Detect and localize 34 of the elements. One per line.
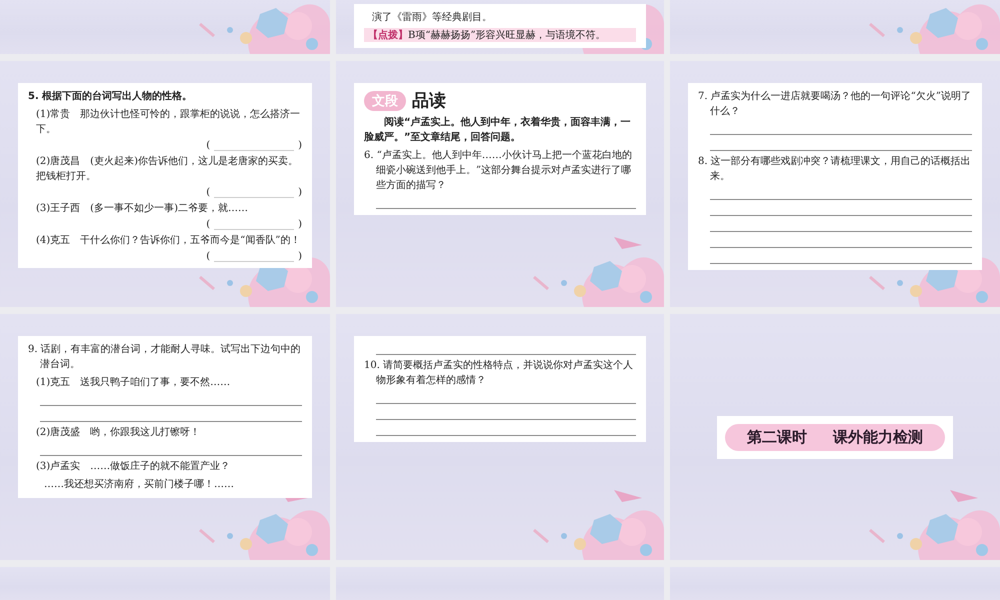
slide-thumbnail[interactable]: 5. 根据下面的台词写出人物的性格。 (1)常贵 那边伙计也怪可怜的，跟掌柜的说说，怎么搭济一下。 ( ) (2)唐茂昌 (吏火起来)你告诉他们，这儿是老唐家的买卖。把钱柜打开。 ( ) (3)王子西 (多一事不如少一事)二爷要，就…… ( ) (4)克五 干什么你们？告诉你们，五爷而今是“闻香队”的！ ( ) (0, 61, 330, 307)
banner-text: 课外能力检测 (833, 428, 923, 446)
slide-thumbnail[interactable]: 第二课时 课外能力检测 (670, 314, 1000, 560)
question-text: 阅读“卢孟实上。他人到中年，衣着华贵，面容丰满，一脸威严。”至文章结尾，回答问题。 (364, 115, 632, 145)
question-text: ……我还想买济南府，买前门楼子哪！…… (43, 478, 235, 492)
slide-thumbnail[interactable] (670, 0, 1000, 54)
slide-thumbnail[interactable]: 文段 品读 阅读“卢孟实上。他人到中年，衣着华贵，面容丰满，一脸威严。”至文章结尾，回答问题。 6. “卢孟实上。他人到中年……小伙计马上把一个蓝花白地的细瓷小碗送到他手上。”这部分舞台提示对卢孟实进行了哪些方面的描写？ (336, 61, 664, 307)
question-text: 9. 话剧，有丰富的潜台词，才能耐人寻味。试写出下边句中的潜台词。 (28, 342, 302, 372)
question-text: 7. 卢孟实为什么一进店就要喝汤？他的一句评论“欠火”说明了什么？ (698, 90, 972, 119)
slide-thumbnail[interactable]: 7. 卢孟实为什么一进店就要喝汤？他的一句评论“欠火”说明了什么？ 8. 这一部分有哪些戏剧冲突？请梳理课文，用自己的话概括出来。 (670, 61, 1000, 307)
question-text: (2)唐茂盛 哟，你跟我这儿打镲呀！ (35, 426, 202, 440)
question-text: (1)常贵 那边伙计也怪可怜的，跟掌柜的说说，怎么搭济一下。 (35, 108, 302, 137)
slide-thumbnail[interactable]: 9. 话剧，有丰富的潜台词，才能耐人寻味。试写出下边句中的潜台词。 (1)克五 送我只鸭子咱们了事，要不然…… (2)唐茂盛 哟，你跟我这儿打镲呀！ (3)卢孟实 ……做饭庄子的就不能置产业？ ……我还想买济南府，买前门楼子哪！…… (0, 314, 330, 560)
question-text: (3)王子西 (多一事不如少一事)二爷要，就…… (35, 202, 249, 216)
hint-text: 【点拨】B项“赫赫扬扬”形容兴旺显赫，与语境不符。 (364, 28, 636, 42)
slide-thumbnail[interactable]: 演了《雷雨》等经典剧目。 【点拨】B项“赫赫扬扬”形容兴旺显赫，与语境不符。 (336, 0, 664, 54)
question-text: 5. 根据下面的台词写出人物的性格。 (28, 90, 194, 104)
answer-blank: ( ) (206, 187, 302, 198)
question-text: (1)克五 送我只鸭子咱们了事，要不然…… (35, 376, 232, 390)
banner-text: 第二课时 (747, 428, 807, 446)
question-text: 演了《雷雨》等经典剧目。 (371, 10, 493, 25)
section-title: 品读 (412, 90, 446, 112)
question-text: 6. “卢孟实上。他人到中年……小伙计马上把一个蓝花白地的细瓷小碗送到他手上。”这部分舞台提示对卢孟实进行了哪些方面的描写？ (364, 148, 633, 193)
answer-blank: ( ) (206, 140, 302, 151)
question-text: (4)克五 干什么你们？告诉你们，五爷而今是“闻香队”的！ (35, 234, 302, 248)
answer-blank: ( ) (206, 219, 302, 230)
question-text: 10. 请简要概括卢孟实的性格特点，并说说你对卢孟实这个人物形象有着怎样的感情？ (364, 358, 634, 388)
question-text: 8. 这一部分有哪些戏剧冲突？请梳理课文，用自己的话概括出来。 (698, 154, 972, 184)
section-badge: 文段 (364, 90, 406, 110)
question-text: (3)卢孟实 ……做饭庄子的就不能置产业？ (35, 460, 232, 474)
answer-blank: ( ) (206, 251, 302, 262)
question-text: (2)唐茂昌 (吏火起来)你告诉他们，这儿是老唐家的买卖。把钱柜打开。 (35, 154, 299, 184)
slide-thumbnail[interactable] (0, 0, 330, 54)
slide-thumbnail[interactable]: 10. 请简要概括卢孟实的性格特点，并说说你对卢孟实这个人物形象有着怎样的感情？ (336, 314, 664, 560)
